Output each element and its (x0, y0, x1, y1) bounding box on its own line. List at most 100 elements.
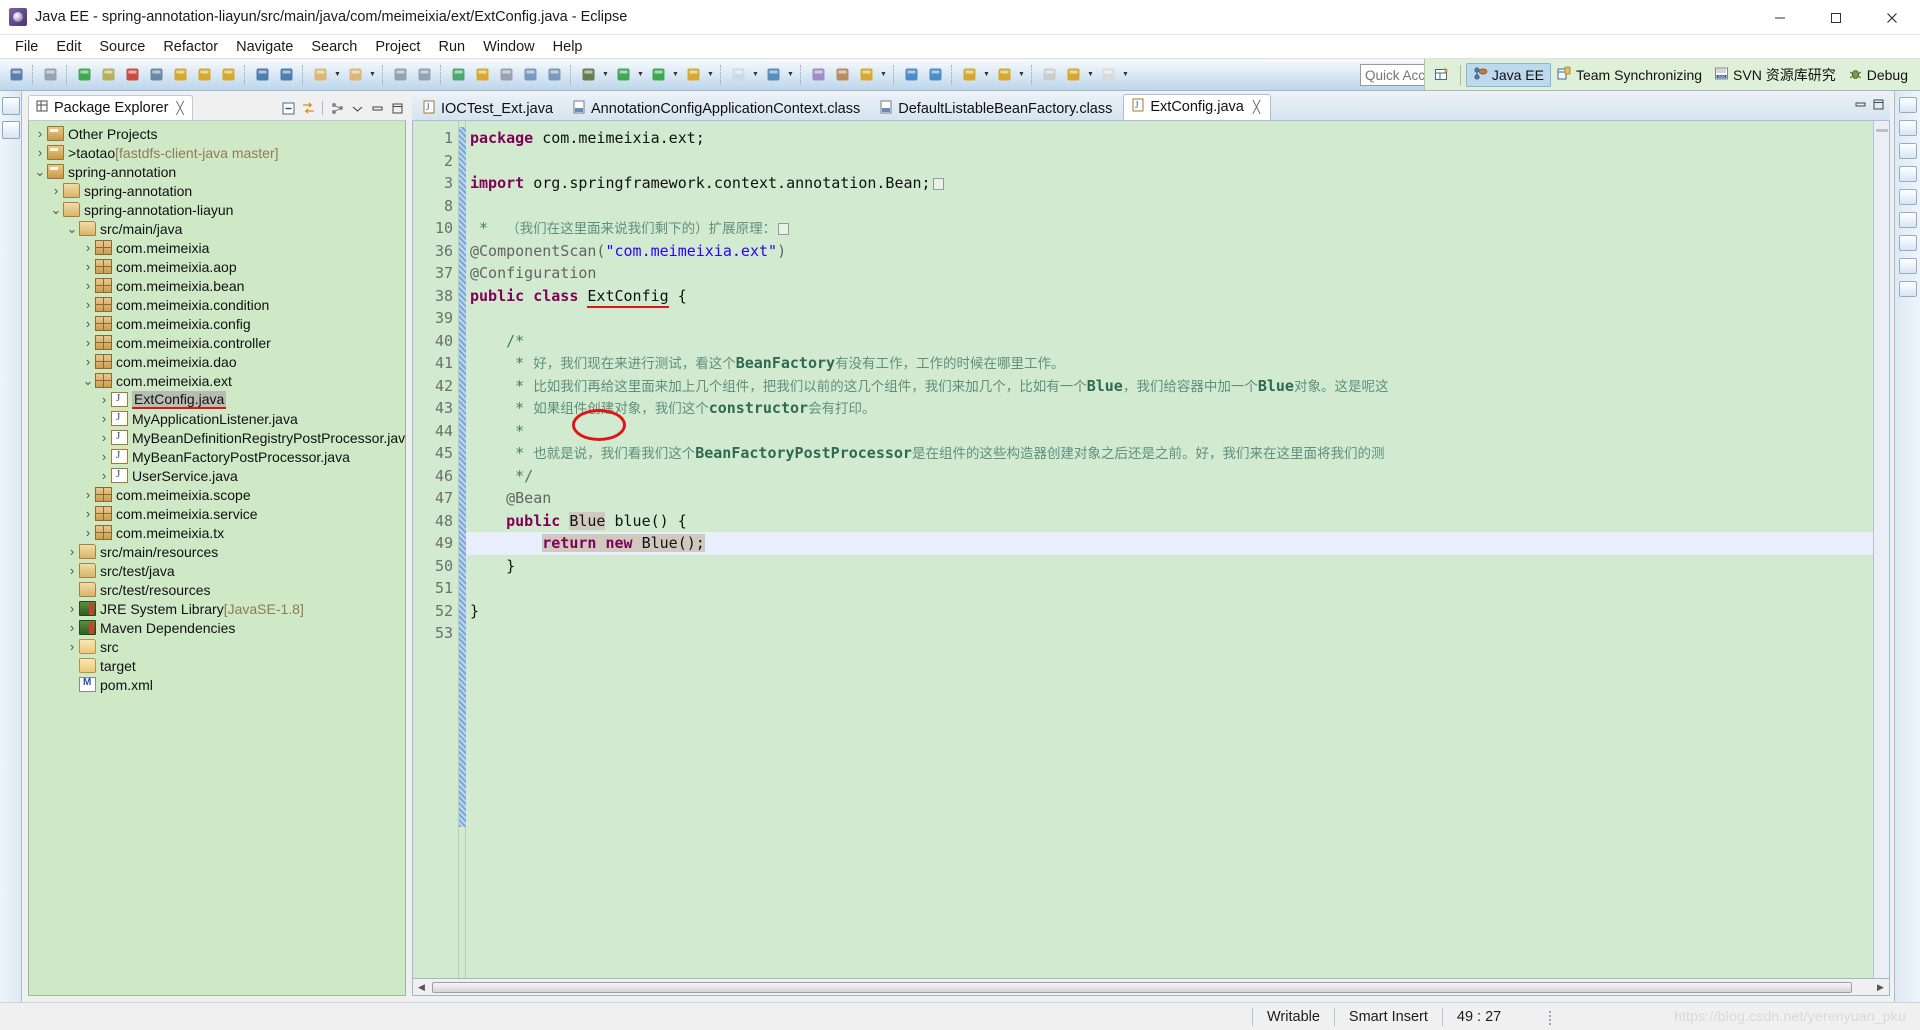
tree-item[interactable]: target (29, 656, 405, 675)
view-menu-icon[interactable] (348, 99, 366, 117)
save-all-icon[interactable] (413, 64, 435, 86)
maximize-editor-icon[interactable] (1871, 97, 1886, 117)
search-icon[interactable] (855, 64, 877, 86)
chevron-down-icon[interactable] (785, 64, 796, 86)
horizontal-scrollbar[interactable]: ◀ ▶ (412, 979, 1890, 996)
chevron-right-icon[interactable]: › (33, 145, 47, 160)
tab-package-explorer[interactable]: Package Explorer ╳ (28, 95, 193, 120)
chevron-right-icon[interactable]: › (97, 411, 111, 426)
chevron-down-icon[interactable] (981, 64, 992, 86)
restore-view-icon[interactable] (1, 97, 20, 115)
new-wizard2-icon[interactable] (727, 64, 749, 86)
collapse-all-icon[interactable] (279, 99, 297, 117)
tree-item[interactable]: pom.xml (29, 675, 405, 694)
new-web-icon[interactable] (762, 64, 784, 86)
tree-item[interactable]: › > taotao [fastdfs-client-java master] (29, 143, 405, 162)
menu-search[interactable]: Search (302, 37, 366, 57)
menu-navigate[interactable]: Navigate (227, 37, 302, 57)
menu-file[interactable]: File (6, 37, 47, 57)
tree-item[interactable]: ⌄ spring-annotation-liayun (29, 200, 405, 219)
menu-window[interactable]: Window (474, 37, 544, 57)
step-return-icon[interactable] (217, 64, 239, 86)
chevron-right-icon[interactable]: › (65, 620, 79, 635)
collapsed-region-box[interactable] (778, 222, 790, 235)
snippets-fastview-icon[interactable] (1898, 143, 1917, 159)
tree-item[interactable]: › com.meimeixia.service (29, 504, 405, 523)
chevron-right-icon[interactable]: › (81, 297, 95, 312)
chevron-down-icon[interactable]: ⌄ (33, 165, 47, 178)
chevron-right-icon[interactable]: › (81, 316, 95, 331)
tree-item[interactable]: › src/test/java (29, 561, 405, 580)
tree-item[interactable]: › Other Projects (29, 124, 405, 143)
servers-fastview-icon[interactable] (1898, 120, 1917, 136)
chevron-down-icon[interactable]: ⌄ (81, 374, 95, 387)
chevron-down-icon[interactable] (750, 64, 761, 86)
chevron-right-icon[interactable]: › (65, 639, 79, 654)
coverage-icon[interactable] (682, 64, 704, 86)
tree-item[interactable]: › com.meimeixia (29, 238, 405, 257)
step-into-icon[interactable] (169, 64, 191, 86)
perspective-svn[interactable]: SVN SVN 资源库研究 (1708, 63, 1842, 87)
minimize-editor-icon[interactable] (1853, 97, 1868, 117)
maximize-button[interactable] (1808, 0, 1864, 35)
scroll-left-icon[interactable]: ◀ (413, 980, 430, 995)
close-icon[interactable]: ╳ (176, 101, 183, 115)
tree-item[interactable]: › src/main/resources (29, 542, 405, 561)
properties-fastview-icon[interactable] (1898, 235, 1917, 251)
editor-tab[interactable]: AnnotationConfigApplicationContext.class (564, 96, 871, 120)
chevron-right-icon[interactable]: › (81, 278, 95, 293)
skip-breakpoints-icon[interactable] (495, 64, 517, 86)
tree-item[interactable]: › ExtConfig.java (29, 390, 405, 409)
forward-icon[interactable] (1097, 64, 1119, 86)
scroll-thumb[interactable] (432, 981, 1852, 993)
debug-icon[interactable] (577, 64, 599, 86)
open-perspective-icon[interactable] (807, 64, 829, 86)
tree-item[interactable]: › Maven Dependencies (29, 618, 405, 637)
download-icon[interactable] (958, 64, 980, 86)
open-task-icon[interactable] (251, 64, 273, 86)
print-icon[interactable] (831, 64, 853, 86)
minimize-button[interactable] (1752, 0, 1808, 35)
tree-item[interactable]: › com.meimeixia.condition (29, 295, 405, 314)
back-icon[interactable] (1062, 64, 1084, 86)
chevron-right-icon[interactable]: › (97, 392, 111, 407)
collapsed-region-box[interactable] (932, 177, 944, 190)
validate-icon[interactable] (447, 64, 469, 86)
chevron-right-icon[interactable]: › (65, 544, 79, 559)
chevron-right-icon[interactable]: › (81, 240, 95, 255)
scroll-track[interactable] (430, 979, 1872, 995)
chevron-down-icon[interactable] (367, 64, 378, 86)
tree-item[interactable]: › MyBeanDefinitionRegistryPostProcessor.j… (29, 428, 405, 447)
menu-help[interactable]: Help (544, 37, 592, 57)
view-menu-hierarchy-icon[interactable] (328, 99, 346, 117)
new-java-class-icon[interactable] (344, 64, 366, 86)
run-icon[interactable] (612, 64, 634, 86)
tree-item[interactable]: › com.meimeixia.bean (29, 276, 405, 295)
open-perspective-icon[interactable] (1431, 63, 1455, 87)
perspective-team-synchronizing[interactable]: Team Synchronizing (1551, 63, 1708, 87)
progress-fastview-icon[interactable] (1898, 281, 1917, 297)
tree-item[interactable]: › MyApplicationListener.java (29, 409, 405, 428)
chevron-down-icon[interactable] (670, 64, 681, 86)
chevron-right-icon[interactable]: › (81, 525, 95, 540)
outline-fastview-icon[interactable] (1898, 97, 1917, 113)
chevron-down-icon[interactable] (705, 64, 716, 86)
chevron-right-icon[interactable]: › (81, 259, 95, 274)
terminate-icon[interactable] (121, 64, 143, 86)
chevron-right-icon[interactable]: › (65, 601, 79, 616)
chevron-right-icon[interactable]: › (97, 468, 111, 483)
disconnect-icon[interactable] (145, 64, 167, 86)
chevron-down-icon[interactable] (1120, 64, 1131, 86)
console-fastview-icon[interactable] (1898, 166, 1917, 182)
package-explorer-tree[interactable]: › Other Projects › > taotao [fastdfs-client… (28, 120, 406, 996)
tree-item[interactable]: › JRE System Library [JavaSE-1.8] (29, 599, 405, 618)
tree-item[interactable]: › UserService.java (29, 466, 405, 485)
chevron-down-icon[interactable] (635, 64, 646, 86)
link-with-editor-icon[interactable] (299, 99, 317, 117)
tree-item[interactable]: › src (29, 637, 405, 656)
chevron-right-icon[interactable]: › (81, 335, 95, 350)
tree-item[interactable]: ⌄ com.meimeixia.ext (29, 371, 405, 390)
tree-item[interactable]: › com.meimeixia.scope (29, 485, 405, 504)
tree-item[interactable]: ⌄ spring-annotation (29, 162, 405, 181)
scroll-right-icon[interactable]: ▶ (1872, 980, 1889, 995)
